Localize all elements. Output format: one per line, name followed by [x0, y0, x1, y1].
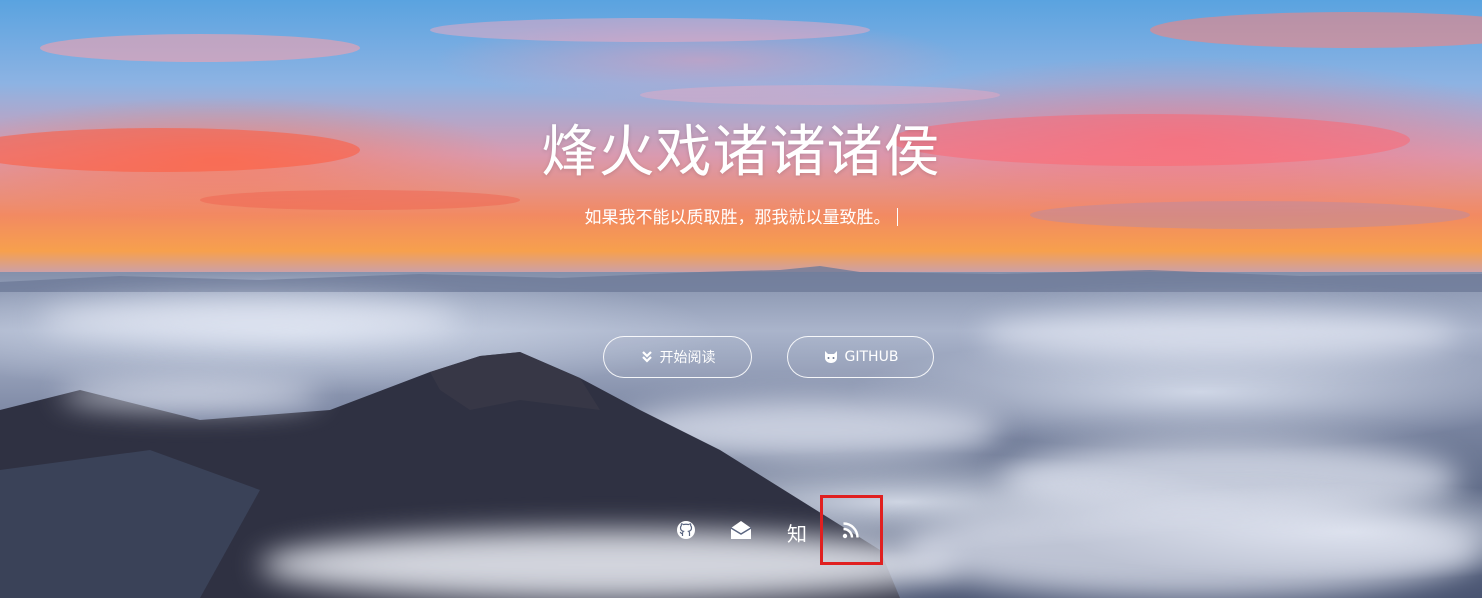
fog-patch	[60, 380, 320, 410]
social-links: 知	[0, 516, 1482, 548]
double-chevron-down-icon	[640, 350, 654, 364]
github-button-label: GITHUB	[844, 349, 899, 365]
page-subtitle: 如果我不能以质取胜，那我就以量致胜。	[0, 204, 1482, 232]
github-icon	[676, 520, 696, 544]
start-reading-button[interactable]: 开始阅读	[603, 336, 752, 378]
hero-banner: 烽火戏诸诸诸侯 如果我不能以质取胜，那我就以量致胜。 开始阅读 GITHUB 知	[0, 0, 1482, 598]
rss-highlight-box	[820, 495, 883, 565]
social-email-link[interactable]	[727, 516, 755, 548]
octocat-icon	[823, 350, 839, 364]
github-button[interactable]: GITHUB	[787, 336, 934, 378]
zhihu-icon: 知	[787, 521, 807, 546]
typing-cursor	[896, 208, 898, 226]
start-reading-label: 开始阅读	[659, 350, 716, 366]
subtitle-text: 如果我不能以质取胜，那我就以量致胜。	[584, 208, 891, 228]
social-zhihu-link[interactable]: 知	[783, 516, 811, 548]
distant-ridge	[0, 266, 1482, 292]
fog-patch	[40, 300, 460, 340]
fog-patch	[900, 500, 1482, 598]
envelope-open-icon	[730, 520, 752, 544]
social-github-link[interactable]	[672, 516, 700, 548]
page-title: 烽火戏诸诸诸侯	[541, 120, 941, 185]
